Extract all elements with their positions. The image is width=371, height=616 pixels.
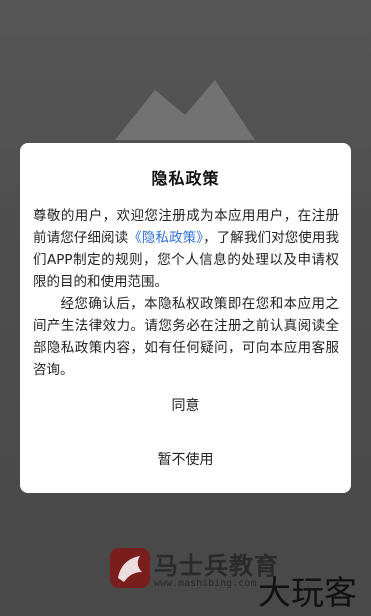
privacy-policy-link[interactable]: 《隐私政策》 — [128, 230, 203, 246]
watermark-text: 大玩客 — [258, 573, 357, 612]
privacy-policy-dialog: 隐私政策 尊敬的用户，欢迎您注册成为本应用用户，在注册前请您仔细阅读《隐私政策》… — [20, 143, 351, 493]
fox-logo-icon — [110, 548, 150, 588]
privacy-paragraph-2: 经您确认后，本隐私权政策即在您和本应用之间产生法律效力。请您务必在注册之前认真阅… — [33, 293, 339, 381]
dialog-title: 隐私政策 — [151, 169, 220, 188]
agree-button[interactable]: 同意 — [20, 395, 351, 415]
decline-button[interactable]: 暂不使用 — [20, 449, 351, 469]
brand-url: www.mashibing.com — [154, 578, 257, 589]
paragraph-2-text: 经您确认后，本隐私权政策即在您和本应用之间产生法律效力。请您务必在注册之前认真阅… — [33, 296, 339, 378]
brand-logo: 马士兵教育 www.mashibing.com — [110, 546, 280, 596]
privacy-paragraph-1: 尊敬的用户，欢迎您注册成为本应用用户，在注册前请您仔细阅读《隐私政策》，了解我们… — [33, 205, 339, 293]
dialog-body: 尊敬的用户，欢迎您注册成为本应用用户，在注册前请您仔细阅读《隐私政策》，了解我们… — [33, 205, 339, 381]
